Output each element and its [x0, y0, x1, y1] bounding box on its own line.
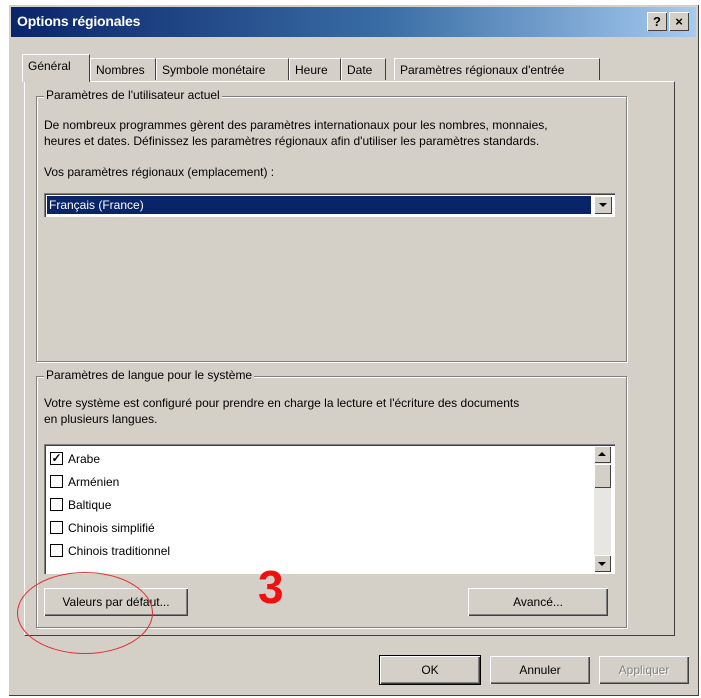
scroll-thumb[interactable] — [594, 464, 611, 488]
language-label: Baltique — [68, 498, 112, 512]
checkbox-checked-icon[interactable]: ✓ — [50, 452, 63, 465]
arrow-down-icon — [598, 562, 606, 566]
tab-general[interactable]: Général — [22, 54, 90, 82]
advanced-button[interactable]: Avancé... — [468, 588, 608, 616]
user-settings-description-1: De nombreux programmes gèrent des paramè… — [44, 118, 548, 132]
language-label: Chinois traditionnel — [68, 544, 171, 558]
language-label: Arabe — [68, 452, 101, 466]
ok-button[interactable]: OK — [379, 655, 481, 685]
checkbox-icon[interactable] — [50, 521, 63, 534]
user-settings-title: Paramètres de l'utilisateur actuel — [44, 88, 222, 102]
tab-input-locales[interactable]: Paramètres régionaux d'entrée — [394, 58, 600, 80]
checkbox-icon[interactable] — [50, 544, 63, 557]
chevron-down-icon — [599, 203, 607, 207]
locale-dropdown[interactable]: Français (France) — [44, 193, 615, 217]
user-settings-description-2: heures et dates. Définissez les paramètr… — [44, 134, 540, 148]
locale-dropdown-button[interactable] — [594, 196, 612, 214]
title-bar[interactable]: Options régionales ? × — [11, 7, 696, 37]
close-button[interactable]: × — [669, 12, 689, 31]
tab-time[interactable]: Heure — [289, 58, 341, 80]
scroll-up-button[interactable] — [594, 446, 611, 463]
locale-selected-value: Français (France) — [47, 196, 591, 214]
step-number-annotation: 3 — [258, 561, 284, 613]
checkbox-icon[interactable] — [50, 498, 63, 511]
highlight-circle — [17, 572, 153, 654]
tab-currency[interactable]: Symbole monétaire — [156, 58, 289, 80]
language-description-2: en plusieurs langues. — [44, 412, 158, 426]
language-list-scrollbar[interactable] — [594, 446, 611, 572]
locale-label: Vos paramètres régionaux (emplacement) : — [44, 165, 275, 179]
language-settings-title: Paramètres de langue pour le système — [44, 368, 255, 382]
help-button[interactable]: ? — [647, 12, 667, 31]
checkbox-icon[interactable] — [50, 475, 63, 488]
language-list[interactable]: ✓ Arabe Arménien Baltique Chinois simpli… — [44, 444, 615, 574]
tab-date[interactable]: Date — [341, 58, 386, 80]
language-label: Chinois simplifié — [68, 521, 155, 535]
apply-button[interactable]: Appliquer — [599, 656, 689, 684]
window-title: Options régionales — [17, 13, 141, 29]
tab-numbers[interactable]: Nombres — [90, 58, 156, 80]
cancel-button[interactable]: Annuler — [490, 656, 590, 684]
arrow-up-icon — [598, 452, 606, 456]
scroll-down-button[interactable] — [594, 555, 611, 572]
language-label: Arménien — [68, 475, 120, 489]
language-description-1: Votre système est configuré pour prendre… — [44, 396, 520, 410]
